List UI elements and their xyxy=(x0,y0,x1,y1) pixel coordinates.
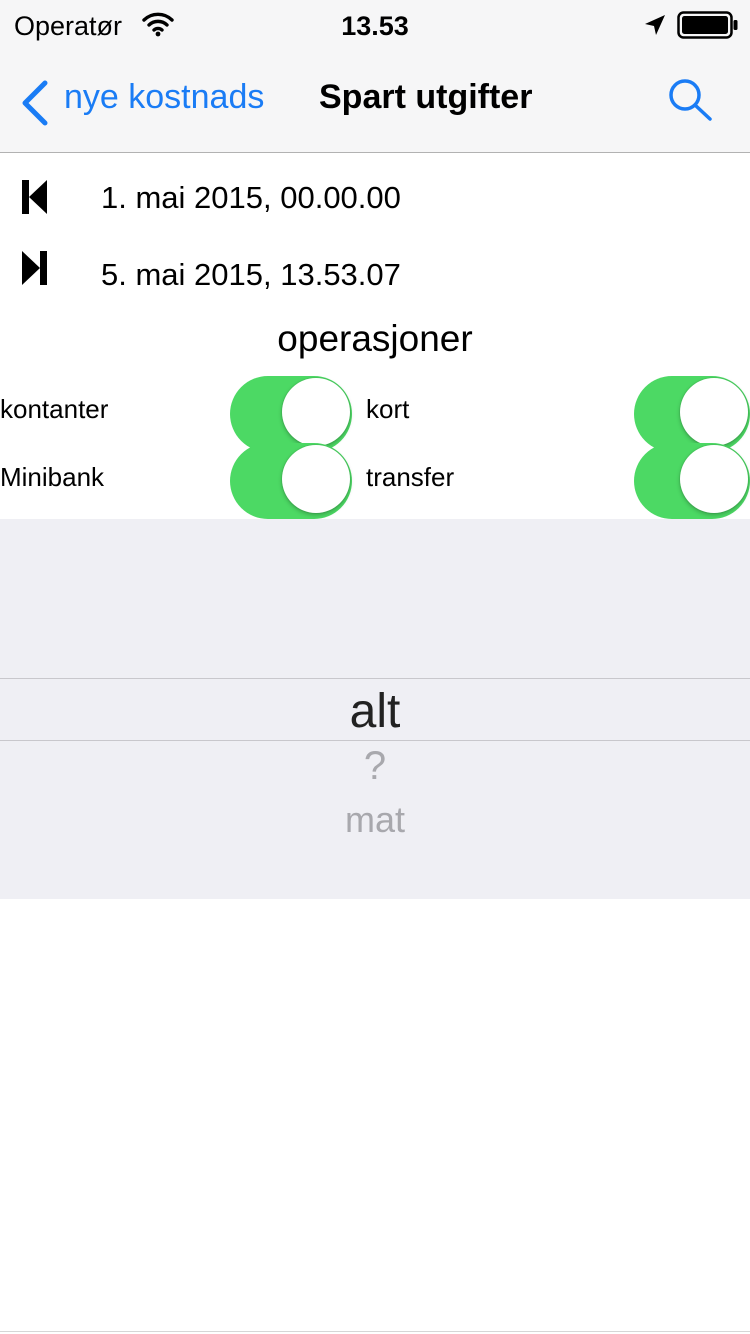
status-time: 13.53 xyxy=(341,11,409,41)
bottom-divider xyxy=(0,1331,750,1332)
toggle-label-minibank: Minibank xyxy=(0,462,105,492)
picker-option[interactable]: mat xyxy=(0,799,750,841)
back-button-label[interactable]: nye kostnads xyxy=(64,78,264,117)
picker-option[interactable]: ? xyxy=(0,744,750,789)
skip-to-end-icon[interactable] xyxy=(22,251,48,285)
location-arrow-icon xyxy=(645,15,665,35)
skip-to-start-icon[interactable] xyxy=(22,180,48,214)
category-picker[interactable]: alt ? mat xyxy=(0,519,750,899)
toggle-knob xyxy=(282,378,350,446)
picker-selection-top-line xyxy=(0,678,750,679)
page-title: Spart utgifter xyxy=(319,78,533,116)
toggle-kort[interactable] xyxy=(634,376,750,452)
toggle-knob xyxy=(282,445,350,513)
start-date[interactable]: 1. mai 2015, 00.00.00 xyxy=(101,180,401,216)
toggle-label-kontanter: kontanter xyxy=(0,394,109,424)
toggle-kontanter[interactable] xyxy=(230,376,352,452)
end-date[interactable]: 5. mai 2015, 13.53.07 xyxy=(101,257,401,293)
picker-selection-bottom-line xyxy=(0,740,750,741)
toggle-label-kort: kort xyxy=(366,394,410,424)
toggle-knob xyxy=(680,445,748,513)
chevron-left-icon xyxy=(22,80,48,126)
picker-selected-option[interactable]: alt xyxy=(0,684,750,739)
navigation-header: Operatør 13.53 nye kostnads Spart utgift… xyxy=(0,0,750,153)
battery-icon xyxy=(677,11,738,39)
operations-title: operasjoner xyxy=(277,318,473,359)
toggle-minibank[interactable] xyxy=(230,443,352,519)
toggle-transfer[interactable] xyxy=(634,443,750,519)
toggle-knob xyxy=(680,378,748,446)
toggle-label-transfer: transfer xyxy=(366,462,455,492)
search-icon[interactable] xyxy=(667,78,713,122)
